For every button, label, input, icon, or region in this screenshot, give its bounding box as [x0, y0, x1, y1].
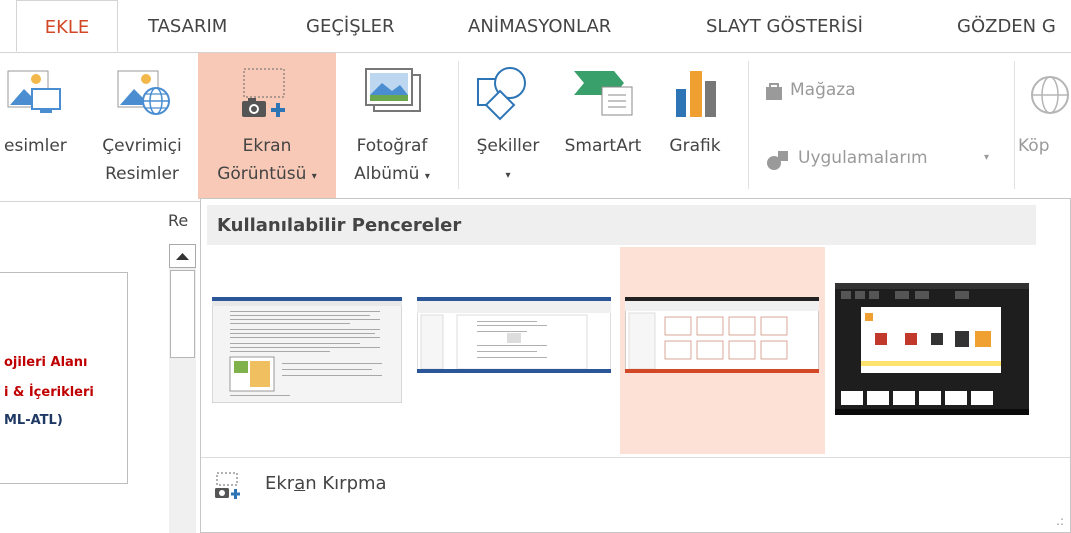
my-apps-button[interactable]: Uygulamalarım ▾	[758, 143, 998, 183]
slide-thumbnail[interactable]: ojileri Alanı i & İçerikleri ML-ATL)	[0, 272, 128, 484]
window-thumbnail-selected[interactable]	[620, 247, 825, 454]
photo-album-label-line1: Fotoğraf	[356, 136, 428, 156]
photo-album-button[interactable]: Fotoğraf Albümü ▾	[338, 53, 446, 199]
resize-grip-icon[interactable]: .:	[1056, 514, 1064, 528]
tab-animasyonlar[interactable]: ANİMASYONLAR	[468, 0, 611, 52]
smartart-button[interactable]: SmartArt	[554, 53, 652, 199]
tab-tasarim[interactable]: TASARIM	[148, 0, 227, 52]
online-pictures-button[interactable]: Çevrimiçi Resimler	[90, 53, 194, 199]
scroll-up-button[interactable]	[169, 244, 196, 268]
screen-clipping-icon	[215, 472, 240, 499]
photo-album-icon	[365, 68, 421, 112]
tab-gecisler[interactable]: GEÇİŞLER	[306, 0, 395, 52]
link-button[interactable]: Köp	[1016, 53, 1071, 199]
window-preview-editor-dark	[835, 283, 1029, 415]
window-thumbnail[interactable]	[207, 247, 412, 454]
store-bag-icon	[766, 83, 782, 100]
store-label: Mağaza	[790, 80, 856, 100]
link-label: Köp	[1018, 136, 1050, 156]
chevron-down-icon: ▾	[311, 171, 317, 182]
apps-icon	[767, 151, 788, 170]
smartart-label: SmartArt	[564, 136, 642, 156]
screen-clipping-label: Ekran Kırpma	[265, 473, 387, 494]
store-button[interactable]: Mağaza	[758, 75, 908, 115]
pictures-button[interactable]: esimler	[0, 53, 84, 199]
group-label-images: Re	[168, 211, 189, 230]
chart-label: Grafik	[669, 136, 721, 156]
ribbon-tab-bar: EKLE TASARIM GEÇİŞLER ANİMASYONLAR SLAYT…	[0, 0, 1071, 53]
window-thumbnail[interactable]	[829, 247, 1034, 454]
chevron-down-icon: ▾	[984, 152, 990, 163]
photo-album-label-line2: Albümü ▾	[354, 164, 430, 184]
group-separator	[748, 61, 749, 189]
bar-chart-icon	[676, 71, 716, 117]
screen-clipping-button[interactable]: Ekran Kırpma	[207, 463, 707, 507]
ribbon-bottom-border	[0, 201, 200, 202]
tab-gozden-gecir[interactable]: GÖZDEN G	[957, 0, 1056, 52]
tab-ekle[interactable]: EKLE	[16, 0, 118, 52]
ribbon: esimler Çevrimiçi Resimler Ekran Görüntü…	[0, 53, 1071, 230]
screenshot-dropdown: Kullanılabilir Pencereler Ekran Kırpma .…	[200, 198, 1071, 533]
window-preview-powerpoint	[625, 297, 819, 373]
shapes-button[interactable]: Şekiller ▾	[462, 53, 554, 199]
screenshot-label-line2: Görüntüsü ▾	[217, 164, 317, 184]
scrollbar-thumb[interactable]	[170, 270, 195, 358]
tab-slayt-gosterisi[interactable]: SLAYT GÖSTERİSİ	[706, 0, 863, 52]
group-separator	[1014, 61, 1015, 189]
slide-thumb-text: i & İçerikleri	[4, 385, 94, 400]
chevron-down-icon: ▾	[424, 171, 430, 182]
chevron-down-icon: ▾	[505, 170, 511, 181]
window-thumbnail[interactable]	[414, 247, 619, 454]
online-picture-globe-icon	[117, 70, 170, 115]
available-windows-title: Kullanılabilir Pencereler	[217, 215, 462, 236]
chart-button[interactable]: Grafik	[652, 53, 738, 199]
my-apps-label: Uygulamalarım	[798, 148, 928, 168]
slide-thumb-text: ojileri Alanı	[4, 355, 88, 370]
globe-link-icon	[1031, 76, 1069, 114]
online-pictures-label-line2: Resimler	[105, 164, 179, 184]
window-preview-word	[417, 297, 611, 373]
smartart-icon	[574, 71, 633, 116]
dropdown-separator	[201, 457, 1070, 458]
chevron-up-icon	[176, 253, 189, 260]
slide-thumb-text: ML-ATL)	[4, 413, 63, 428]
shapes-icon	[477, 67, 526, 121]
screenshot-button[interactable]: Ekran Görüntüsü ▾	[198, 53, 336, 199]
screenshot-camera-icon	[242, 68, 285, 117]
window-preview-document	[212, 297, 402, 403]
shapes-label: Şekiller	[476, 136, 540, 156]
picture-monitor-icon	[7, 70, 61, 113]
online-pictures-label-line1: Çevrimiçi	[102, 136, 182, 156]
screenshot-label-line1: Ekran	[242, 136, 292, 156]
group-separator	[458, 61, 459, 189]
available-windows-header: Kullanılabilir Pencereler	[207, 205, 1036, 245]
pictures-label: esimler	[4, 136, 67, 156]
